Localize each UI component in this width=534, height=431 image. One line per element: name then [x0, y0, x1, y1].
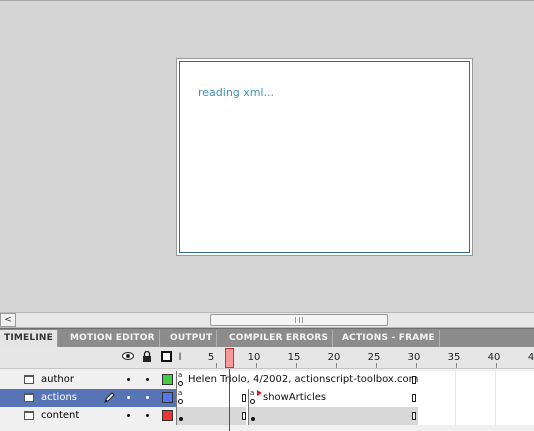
- ruler-tick: [496, 363, 497, 368]
- span-end-marker: [242, 412, 246, 420]
- span-end-marker: [412, 394, 416, 402]
- span-end-marker: [412, 376, 416, 384]
- layer-color-box[interactable]: [162, 392, 173, 403]
- visibility-dot[interactable]: [127, 414, 130, 417]
- ruler-tick: [336, 363, 337, 368]
- frame-span[interactable]: [248, 407, 418, 425]
- ruler-label: 20: [327, 352, 341, 363]
- span-end-marker: [242, 394, 246, 402]
- stage-status-text: reading xml...: [198, 86, 275, 99]
- ruler-label: 25: [367, 352, 381, 363]
- ruler-label: 35: [447, 352, 461, 363]
- actionscript-alpha-icon: a: [178, 389, 183, 397]
- tab-compiler-errors[interactable]: COMPILER ERRORS: [225, 330, 334, 347]
- playhead-line: [229, 369, 230, 431]
- stage-border: reading xml...: [179, 61, 470, 253]
- scroll-left-button[interactable]: <: [0, 313, 16, 327]
- ruler-tick: [296, 363, 297, 368]
- layer-name-cell[interactable]: content: [0, 407, 176, 425]
- ruler-label: 15: [287, 352, 301, 363]
- layer-name-cell[interactable]: actions: [0, 389, 176, 407]
- keyframe-dot[interactable]: [179, 417, 183, 421]
- eye-icon[interactable]: [122, 351, 134, 365]
- frame-comment-label: Helen Triolo, 4/2002, actionscript-toolb…: [188, 374, 419, 385]
- ruler-label: 5: [207, 352, 215, 363]
- frame-span[interactable]: [176, 389, 246, 407]
- tab-actions-frame[interactable]: ACTIONS - FRAME: [338, 330, 440, 347]
- tab-timeline[interactable]: TIMELINE: [0, 330, 58, 347]
- ruler-label: 10: [247, 352, 261, 363]
- tab-output[interactable]: OUTPUT: [166, 330, 218, 347]
- stage-area[interactable]: reading xml...: [0, 0, 534, 312]
- span-end-marker: [412, 412, 416, 420]
- timeline-panel: l 5 10 15 20 25 30 35 40 4 author a Hele…: [0, 347, 534, 431]
- grip-icon: [295, 317, 303, 323]
- keyframe-circle[interactable]: [250, 399, 255, 404]
- ruler-tick: [216, 363, 217, 368]
- layer-row-author[interactable]: author a Helen Triolo, 4/2002, actionscr…: [0, 371, 534, 389]
- layer-name-cell[interactable]: author: [0, 371, 176, 389]
- visibility-dot[interactable]: [127, 396, 130, 399]
- layer-icon: [24, 393, 34, 402]
- layer-icon: [24, 411, 34, 420]
- keyframe-dot[interactable]: [251, 417, 255, 421]
- ruler-label: 4: [527, 352, 534, 363]
- frame-span[interactable]: [176, 407, 246, 425]
- tab-motion-editor[interactable]: MOTION EDITOR: [66, 330, 160, 347]
- ruler-tick: [256, 363, 257, 368]
- playhead-marker[interactable]: [225, 348, 234, 368]
- ruler-frame-start: l: [178, 352, 182, 363]
- layer-color-box[interactable]: [162, 374, 173, 385]
- lock-icon[interactable]: [142, 350, 152, 366]
- ruler-tick: [416, 363, 417, 368]
- layer-name[interactable]: content: [41, 407, 79, 424]
- keyframe-circle[interactable]: [178, 399, 183, 404]
- scroll-thumb[interactable]: [210, 314, 388, 326]
- ruler-tick: [456, 363, 457, 368]
- stage-canvas[interactable]: reading xml...: [176, 58, 473, 256]
- layer-row-actions[interactable]: actions a a showArticles: [0, 389, 534, 407]
- layer-row-content[interactable]: content: [0, 407, 534, 425]
- layer-icon: [24, 375, 34, 384]
- layer-color-box[interactable]: [162, 410, 173, 421]
- visibility-dot[interactable]: [127, 378, 130, 381]
- layer-name[interactable]: actions: [41, 389, 77, 406]
- frame-label: showArticles: [263, 392, 327, 403]
- lock-dot[interactable]: [146, 396, 149, 399]
- ruler-label: 30: [407, 352, 421, 363]
- actionscript-alpha-icon: a: [250, 389, 255, 397]
- lock-dot[interactable]: [146, 414, 149, 417]
- ruler-label: 40: [487, 352, 501, 363]
- actionscript-alpha-icon: a: [178, 371, 183, 379]
- timeline-header: l 5 10 15 20 25 30 35 40 4: [0, 347, 534, 369]
- ruler-tick: [376, 363, 377, 368]
- layer-name[interactable]: author: [41, 371, 74, 388]
- frame-label-flag-icon: [257, 390, 262, 396]
- horizontal-scrollbar[interactable]: <: [0, 312, 534, 328]
- keyframe-circle[interactable]: [178, 381, 183, 386]
- lock-dot[interactable]: [146, 378, 149, 381]
- panel-tabbar: TIMELINE MOTION EDITOR OUTPUT COMPILER E…: [0, 328, 534, 347]
